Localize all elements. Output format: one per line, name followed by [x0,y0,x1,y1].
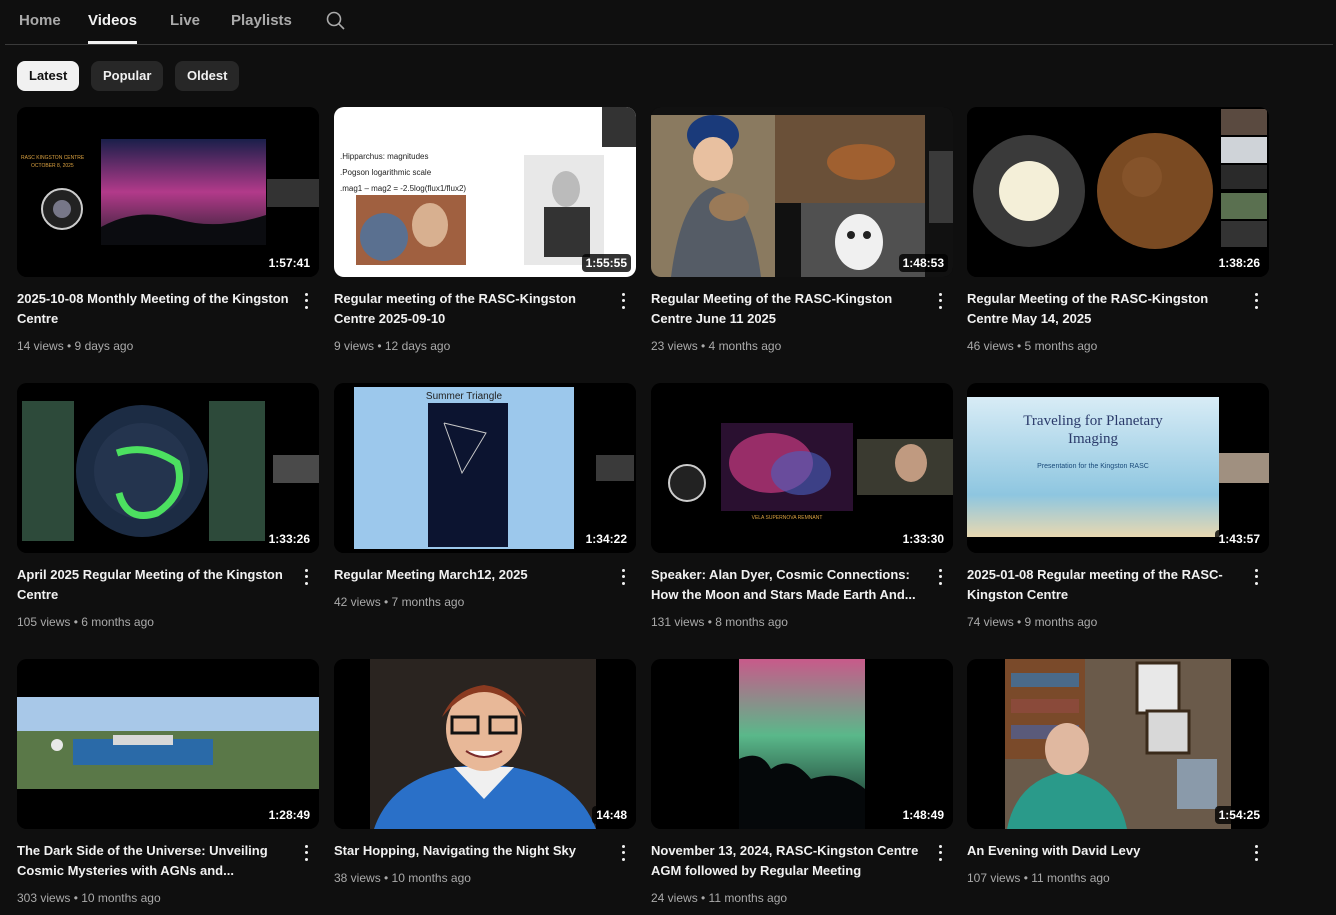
more-vert-icon[interactable] [1250,843,1262,863]
tab-home[interactable]: Home [19,12,61,29]
video-title[interactable]: Speaker: Alan Dyer, Cosmic Connections: … [651,565,923,605]
more-vert-icon[interactable] [934,843,946,863]
svg-text:Presentation for the Kingston: Presentation for the Kingston RASC [1037,463,1149,470]
video-meta: 105 views • 6 months ago [17,615,154,629]
svg-text:Traveling for Planetary: Traveling for Planetary [1023,413,1163,429]
video-meta: 131 views • 8 months ago [651,615,788,629]
more-vert-icon[interactable] [617,291,629,311]
video-meta: 42 views • 7 months ago [334,595,465,609]
video-card: 1:48:53 Regular Meeting of the RASC-King… [651,107,953,353]
svg-text:.mag1 – mag2 = -2.5log(flux1/f: .mag1 – mag2 = -2.5log(flux1/flux2) [340,184,466,193]
duration-badge: 1:33:26 [264,530,314,548]
video-title[interactable]: Star Hopping, Navigating the Night Sky [334,841,606,861]
video-title[interactable]: Regular meeting of the RASC-Kingston Cen… [334,289,606,329]
more-vert-icon[interactable] [300,843,312,863]
video-title[interactable]: An Evening with David Levy [967,841,1239,861]
duration-badge: 1:28:49 [264,806,314,824]
channel-tabs: Home Videos Live Playlists [5,4,1333,45]
video-card: 1:28:49 The Dark Side of the Universe: U… [17,659,319,905]
video-meta: 74 views • 9 months ago [967,615,1098,629]
duration-badge: 1:57:41 [264,254,314,272]
duration-badge: 1:48:53 [898,254,948,272]
duration-badge: 1:38:26 [1214,254,1264,272]
more-vert-icon[interactable] [617,567,629,587]
svg-text:.Hipparchus: magnitudes: .Hipparchus: magnitudes [340,152,429,161]
video-card: .Hipparchus: magnitudes .Pogson logarith… [334,107,636,353]
video-meta: 24 views • 11 months ago [651,891,788,905]
search-icon [326,11,345,30]
tab-videos[interactable]: Videos [88,12,137,29]
video-thumbnail[interactable]: 1:54:25 [967,659,1269,829]
duration-badge: 1:54:25 [1214,806,1264,824]
svg-text:RASC KINGSTON CENTRE: RASC KINGSTON CENTRE [21,155,85,161]
video-card: Summer Triangle 1:34:22 Regular Meeting … [334,383,636,609]
search-button[interactable] [325,10,347,32]
more-vert-icon[interactable] [617,843,629,863]
video-card: 1:38:26 Regular Meeting of the RASC-King… [967,107,1269,353]
video-title[interactable]: Regular Meeting of the RASC-Kingston Cen… [651,289,923,329]
video-card: Traveling for Planetary Imaging Presenta… [967,383,1269,629]
video-meta: 107 views • 11 months ago [967,871,1110,885]
duration-badge: 1:55:55 [581,254,631,272]
video-card: 14:48 Star Hopping, Navigating the Night… [334,659,636,885]
video-thumbnail[interactable]: Traveling for Planetary Imaging Presenta… [967,383,1269,553]
video-card: VELA SUPERNOVA REMNANT 1:33:30 Speaker: … [651,383,953,629]
tab-live[interactable]: Live [170,12,200,29]
video-card: 1:48:49 November 13, 2024, RASC-Kingston… [651,659,953,905]
video-title[interactable]: The Dark Side of the Universe: Unveiling… [17,841,289,881]
video-title[interactable]: April 2025 Regular Meeting of the Kingst… [17,565,289,605]
thumb-overlay-text: VELA SUPERNOVA REMNANT [752,515,823,521]
video-title[interactable]: Regular Meeting of the RASC-Kingston Cen… [967,289,1239,329]
video-meta: 9 views • 12 days ago [334,339,451,353]
tab-playlists[interactable]: Playlists [231,12,292,29]
video-title[interactable]: November 13, 2024, RASC-Kingston Centre … [651,841,923,881]
more-vert-icon[interactable] [934,291,946,311]
more-vert-icon[interactable] [934,567,946,587]
chip-oldest[interactable]: Oldest [175,61,240,91]
video-meta: 46 views • 5 months ago [967,339,1098,353]
active-tab-indicator [88,41,137,44]
video-title[interactable]: 2025-10-08 Monthly Meeting of the Kingst… [17,289,289,329]
video-thumbnail[interactable]: 1:28:49 [17,659,319,829]
video-thumbnail[interactable]: RASC KINGSTON CENTRE OCTOBER 8, 2025 1:5… [17,107,319,277]
more-vert-icon[interactable] [1250,567,1262,587]
video-meta: 38 views • 10 months ago [334,871,471,885]
video-thumbnail[interactable]: 1:48:53 [651,107,953,277]
video-thumbnail[interactable]: 1:33:26 [17,383,319,553]
chip-latest[interactable]: Latest [17,61,80,91]
duration-badge: 14:48 [592,806,631,824]
video-title[interactable]: 2025-01-08 Regular meeting of the RASC-K… [967,565,1239,605]
video-title[interactable]: Regular Meeting March12, 2025 [334,565,606,585]
more-vert-icon[interactable] [1250,291,1262,311]
svg-text:Imaging: Imaging [1068,431,1118,447]
video-meta: 303 views • 10 months ago [17,891,161,905]
video-meta: 23 views • 4 months ago [651,339,782,353]
duration-badge: 1:33:30 [898,530,948,548]
duration-badge: 1:48:49 [898,806,948,824]
video-card: 1:54:25 An Evening with David Levy 107 v… [967,659,1269,885]
video-meta: 14 views • 9 days ago [17,339,134,353]
thumb-overlay-text: Summer Triangle [426,391,503,402]
video-thumbnail[interactable]: VELA SUPERNOVA REMNANT 1:33:30 [651,383,953,553]
video-thumbnail[interactable]: 1:38:26 [967,107,1269,277]
video-thumbnail[interactable]: .Hipparchus: magnitudes .Pogson logarith… [334,107,636,277]
video-card: 1:33:26 April 2025 Regular Meeting of th… [17,383,319,629]
video-thumbnail[interactable]: Summer Triangle 1:34:22 [334,383,636,553]
video-thumbnail[interactable]: 14:48 [334,659,636,829]
more-vert-icon[interactable] [300,567,312,587]
chip-popular[interactable]: Popular [91,61,164,91]
channel-videos-page: Home Videos Live Playlists Latest Popula… [5,4,1333,912]
svg-text:.Pogson logarithmic scale: .Pogson logarithmic scale [340,168,432,177]
more-vert-icon[interactable] [300,291,312,311]
duration-badge: 1:43:57 [1214,530,1264,548]
duration-badge: 1:34:22 [581,530,631,548]
video-thumbnail[interactable]: 1:48:49 [651,659,953,829]
svg-text:OCTOBER 8, 2025: OCTOBER 8, 2025 [31,163,74,169]
video-card: RASC KINGSTON CENTRE OCTOBER 8, 2025 1:5… [17,107,319,353]
